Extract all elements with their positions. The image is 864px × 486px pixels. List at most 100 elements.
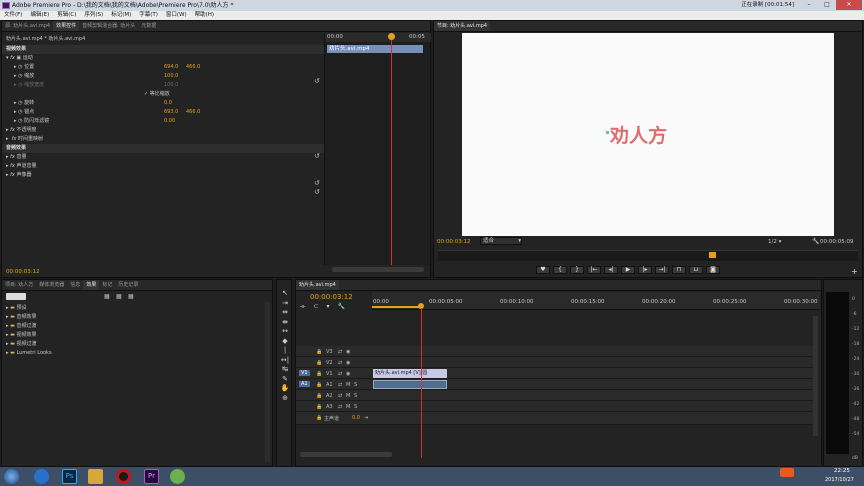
yuv-effects-icon[interactable]: ▦ — [128, 293, 134, 300]
tab-media-browser[interactable]: 媒体浏览器 — [36, 280, 67, 290]
channel-volume-row[interactable]: ▸ fx 声道音量 — [6, 162, 36, 171]
app-icon[interactable] — [170, 469, 185, 484]
reset-icon[interactable]: ↺ — [314, 179, 320, 187]
menu-marker[interactable]: 标记(M) — [107, 11, 135, 20]
pen-tool-icon[interactable]: ✎ — [280, 375, 290, 385]
lock-icon[interactable]: 🔒 — [316, 349, 322, 355]
sync-icon[interactable]: ⇄ — [338, 371, 342, 377]
opacity-row[interactable]: ▸ fx 不透明度 — [6, 126, 36, 135]
effect-clip-bar[interactable]: 劝片头.avi.mp4 — [327, 45, 423, 53]
audio-clip[interactable] — [373, 380, 447, 389]
add-marker-icon[interactable]: ♥ — [536, 266, 550, 274]
menu-window[interactable]: 窗口(W) — [162, 11, 191, 20]
source-patch-a1[interactable]: A1 — [299, 381, 310, 387]
hand-tool-icon[interactable]: ✋ — [280, 384, 290, 394]
folder-icon[interactable] — [88, 469, 103, 484]
step-back-icon[interactable]: ◂| — [604, 266, 618, 274]
sync-icon[interactable]: ⇄ — [338, 349, 342, 355]
stopwatch-icon[interactable]: ◷ — [18, 118, 22, 124]
uniform-scale-checkbox[interactable]: ✓ 等比缩放 — [144, 90, 170, 99]
menu-clip[interactable]: 剪辑(C) — [53, 11, 80, 20]
master-volume[interactable]: 0.0 — [352, 415, 360, 421]
project-scrollbar[interactable] — [265, 302, 270, 462]
wrench-icon[interactable]: 🔧 — [812, 238, 819, 245]
maximize-icon[interactable]: □ — [818, 0, 836, 10]
tab-info[interactable]: 信息 — [67, 280, 83, 290]
lock-icon[interactable]: 🔒 — [316, 393, 322, 399]
program-current-time[interactable]: 00:00:03:12 — [437, 239, 471, 245]
reset-icon[interactable]: ↺ — [314, 77, 320, 85]
sync-icon[interactable]: ⇄ — [338, 382, 342, 388]
tab-history[interactable]: 历史记录 — [115, 280, 141, 290]
ripple-edit-tool-icon[interactable]: ⇹ — [280, 308, 290, 318]
program-time-ruler[interactable] — [438, 250, 858, 261]
lock-icon[interactable]: 🔒 — [316, 360, 322, 366]
resolution-dropdown[interactable]: 1/2 ▾ — [768, 239, 781, 245]
tab-effects[interactable]: 效果 — [83, 280, 100, 290]
browser-icon[interactable] — [34, 469, 49, 484]
zoom-dropdown[interactable]: 适合 ▾ — [480, 237, 522, 245]
track-a2[interactable]: 🔒 A2 ⇄ M S — [296, 390, 816, 401]
tab-program[interactable]: 节目: 劝片头.avi.mp4 — [434, 21, 491, 31]
photoshop-icon[interactable]: Ps — [62, 469, 77, 484]
rotation-value[interactable]: 0.0 — [164, 99, 172, 108]
anti-flicker-value[interactable]: 0.00 — [164, 117, 175, 126]
stopwatch-icon[interactable]: ◷ — [18, 64, 22, 70]
timeline-zoom-scrollbar[interactable] — [300, 452, 392, 457]
lock-icon[interactable]: 🔒 — [316, 382, 322, 388]
playhead-handle[interactable] — [388, 33, 395, 40]
mute-button[interactable]: M — [346, 393, 350, 399]
tab-source[interactable]: 源: 劝片头.avi.mp4 — [2, 21, 53, 31]
menu-help[interactable]: 帮助(H) — [191, 11, 218, 20]
stopwatch-icon[interactable]: ◷ — [18, 73, 22, 79]
effect-ruler[interactable]: 00:00 00:05 — [325, 33, 431, 42]
go-to-in-icon[interactable]: |← — [587, 266, 601, 274]
premiere-icon[interactable]: Pr — [144, 469, 159, 484]
close-icon[interactable]: ✕ — [836, 0, 862, 10]
tab-effect-controls[interactable]: 效果控件 — [53, 21, 80, 31]
slide-tool-icon[interactable]: ↹ — [280, 365, 290, 375]
mark-in-icon[interactable]: { — [553, 266, 567, 274]
tab-sequence[interactable]: 劝片头.avi.mp4 — [296, 280, 339, 290]
menu-edit[interactable]: 编辑(E) — [26, 11, 53, 20]
position-x-value[interactable]: 694.0 — [164, 63, 178, 72]
minimize-icon[interactable]: – — [800, 0, 818, 10]
lock-icon[interactable]: 🔒 — [316, 404, 322, 410]
track-select-tool-icon[interactable]: ⇥ — [280, 299, 290, 309]
solo-button[interactable]: S — [354, 393, 357, 399]
step-forward-icon[interactable]: |▸ — [638, 266, 652, 274]
tab-metadata[interactable]: 元数据 — [138, 21, 159, 31]
motion-row[interactable]: ▾ fx ▣ 运动 — [6, 54, 33, 63]
anchor-x-value[interactable]: 693.0 — [164, 108, 178, 117]
export-frame-icon[interactable]: ◙ — [706, 266, 720, 274]
folder-video-effects[interactable]: ▸ ▬ 视频效果 — [6, 331, 36, 340]
extract-icon[interactable]: ⊔ — [689, 266, 703, 274]
32bit-effects-icon[interactable]: ▦ — [116, 293, 122, 300]
selection-tool-icon[interactable]: ↖ — [280, 289, 290, 299]
effect-current-time[interactable]: 00:00:03:12 — [6, 269, 40, 275]
timeline-current-time[interactable]: 00:00:03:12 — [310, 293, 353, 301]
tab-audio-mixer[interactable]: 音频剪辑混合器: 劝片头 — [79, 21, 138, 31]
time-remap-row[interactable]: ▸ fx 时间重映射 — [6, 135, 43, 144]
solo-button[interactable]: S — [354, 404, 357, 410]
eye-icon[interactable]: ◉ — [346, 360, 350, 366]
solo-button[interactable]: S — [354, 382, 357, 388]
go-to-out-icon[interactable]: →| — [655, 266, 669, 274]
lift-icon[interactable]: ⊓ — [672, 266, 686, 274]
timeline-scrollbar[interactable] — [813, 316, 818, 436]
menu-title[interactable]: 字幕(T) — [135, 11, 162, 20]
tab-markers[interactable]: 标记 — [99, 280, 115, 290]
source-patch-v1[interactable]: V1 — [299, 370, 310, 376]
accelerated-effects-icon[interactable]: ▦ — [104, 293, 110, 300]
rolling-edit-tool-icon[interactable]: ⇼ — [280, 318, 290, 328]
go-to-next-icon[interactable]: ⇥ — [364, 415, 368, 421]
effects-search-input[interactable] — [6, 293, 26, 300]
folder-audio-transitions[interactable]: ▸ ▬ 音频过渡 — [6, 322, 36, 331]
snap-icon[interactable]: ⟛ — [300, 303, 305, 311]
track-v2[interactable]: 🔒 V2 ⇄ ◉ — [296, 357, 816, 368]
reset-icon[interactable]: ↺ — [314, 188, 320, 196]
rate-stretch-tool-icon[interactable]: ↔ — [280, 327, 290, 337]
folder-lumetri[interactable]: ▸ ▬ Lumetri Looks — [6, 349, 52, 358]
track-v3[interactable]: 🔒 V3 ⇄ ◉ — [296, 346, 816, 357]
play-icon[interactable]: ▶ — [621, 266, 635, 274]
